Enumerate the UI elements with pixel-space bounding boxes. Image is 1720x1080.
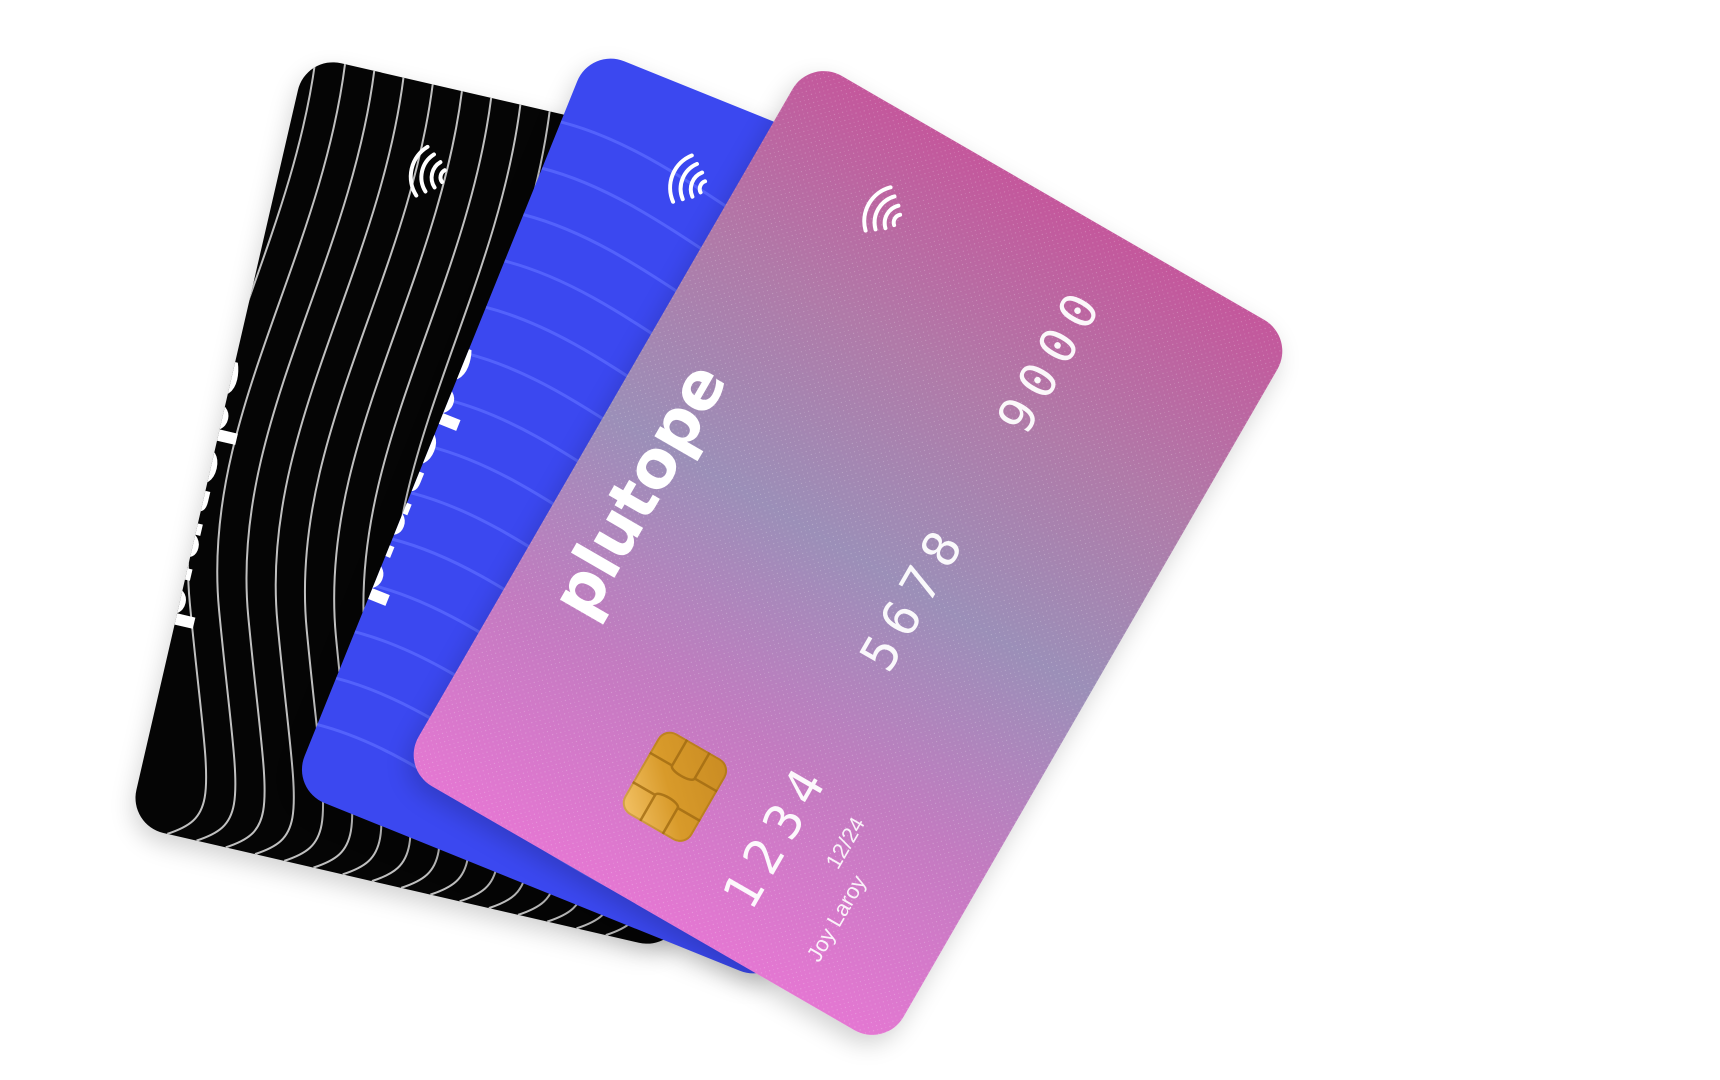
card-number-group-4: 0000: [1123, 57, 1254, 206]
card-showcase: plutope plutope 1234 5678 9000 0000 12/2…: [0, 0, 1720, 1080]
